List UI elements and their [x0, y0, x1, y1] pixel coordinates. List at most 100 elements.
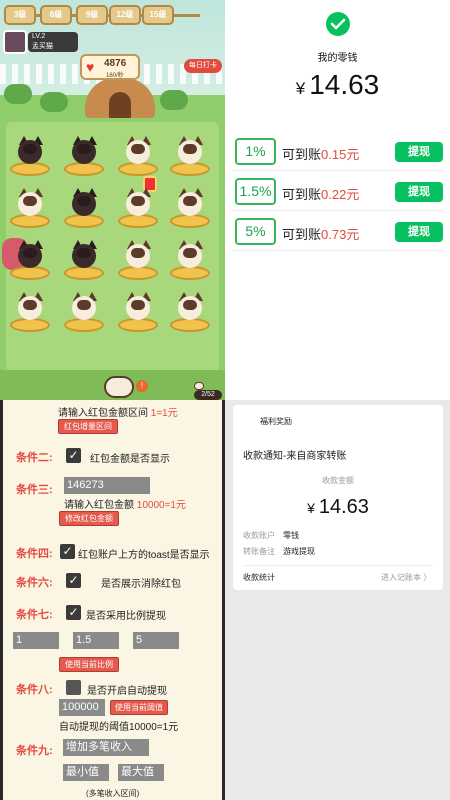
condition-8-text: 是否开启自动提现	[87, 686, 167, 697]
ledger-link[interactable]: 进入记账本 〉	[381, 572, 431, 583]
remark-key: 转账备注	[243, 547, 275, 556]
player-info: LV.2 孟买猫	[28, 32, 78, 52]
condition-6-label: 条件六:	[16, 577, 53, 589]
cat-plate	[64, 214, 104, 228]
tier-text: 可到账0.15元	[282, 147, 360, 162]
cat-plate	[64, 266, 104, 280]
cat-icon[interactable]	[123, 290, 153, 320]
cat-icon[interactable]	[15, 186, 45, 216]
level-chip-15[interactable]: 15级	[142, 5, 174, 25]
tier-percent: 5%	[235, 218, 276, 245]
withdraw-button[interactable]: 提现	[395, 182, 443, 202]
cat-plate	[118, 214, 158, 228]
hearts-rate: 160/秒	[106, 73, 124, 79]
cat-plate	[64, 162, 104, 176]
notice-amount-value: 14.63	[318, 496, 369, 518]
player-name: 孟买猫	[32, 43, 53, 50]
cat-plate	[118, 162, 158, 176]
cat-icon[interactable]	[69, 290, 99, 320]
use-ratio-button[interactable]: 使用当前比例	[59, 657, 119, 672]
daily-checkin-button[interactable]: 每日打卡	[184, 59, 222, 73]
condition-2-label: 条件二:	[16, 452, 53, 464]
condition-7-checkbox[interactable]: ✓	[66, 605, 81, 620]
currency-symbol: ¥	[307, 500, 315, 516]
game-panel: 3级 6级 9级 12级 15级 LV.2 孟买猫 ♥ 4876 160/秒 每…	[0, 0, 225, 400]
cat-icon[interactable]	[69, 186, 99, 216]
house-door	[109, 92, 131, 118]
condition-7-text: 是否采用比例提现	[86, 611, 166, 622]
bush	[160, 90, 188, 110]
multi-income-input[interactable]: 增加多笔收入	[63, 739, 149, 756]
notice-header: 福利奖励	[260, 417, 292, 426]
cat-mini-icon	[194, 382, 204, 390]
cat-icon[interactable]	[175, 186, 205, 216]
wallet-title: 我的零钱	[317, 53, 358, 64]
cat-plate	[10, 318, 50, 332]
notice-card: 福利奖励 收款通知-来自商家转账 收款金额 ¥14.63 收款账户 零钱 转账备…	[233, 405, 443, 590]
cat-icon[interactable]	[123, 238, 153, 268]
account-value: 零钱	[283, 531, 299, 540]
ratio-input-1[interactable]: 1	[13, 632, 59, 649]
cat-plate	[118, 318, 158, 332]
level-chip-9[interactable]: 9级	[76, 5, 108, 25]
cat-icon[interactable]	[15, 290, 45, 320]
cat-plate	[170, 162, 210, 176]
cat-plate	[10, 162, 50, 176]
red-interval-button[interactable]: 红包增量区间	[58, 419, 118, 434]
condition-3-label: 条件三:	[16, 484, 53, 496]
amount-input[interactable]: 146273	[64, 477, 150, 494]
wallet-panel: 我的零钱 ¥14.63 1% 可到账0.15元 提现 1.5% 可到账0.22元…	[225, 0, 450, 400]
use-threshold-button[interactable]: 使用当前阈值	[110, 700, 168, 715]
cat-icon[interactable]	[15, 134, 45, 164]
cat-plate	[10, 266, 50, 280]
multi-income-hint: (多笔收入区间)	[86, 789, 140, 798]
condition-4-label: 条件四:	[16, 548, 53, 560]
tier-text: 可到账0.73元	[282, 227, 360, 242]
level-chip-12[interactable]: 12级	[109, 5, 141, 25]
withdraw-button[interactable]: 提现	[395, 142, 443, 162]
bush	[4, 84, 32, 104]
buy-cat-button[interactable]	[104, 376, 134, 398]
withdraw-button[interactable]: 提现	[395, 222, 443, 242]
max-value-input[interactable]: 最大值	[118, 764, 164, 781]
modify-amount-button[interactable]: 修改红包金额	[59, 511, 119, 526]
withdraw-tier-row: 1.5% 可到账0.22元 提现	[231, 172, 444, 211]
cat-icon[interactable]	[69, 134, 99, 164]
condition-2-text: 红包金额是否显示	[90, 454, 170, 465]
avatar[interactable]	[3, 30, 27, 54]
divider	[243, 565, 433, 566]
ratio-input-2[interactable]: 1.5	[73, 632, 119, 649]
condition-9-label: 条件九:	[16, 745, 53, 757]
heart-icon: ♥	[86, 59, 95, 75]
cat-icon[interactable]	[15, 238, 45, 268]
balance-value: 14.63	[309, 69, 380, 100]
settings-panel: 请输入红包金额区间 1=1元 红包增量区间 条件二: ✓ 红包金额是否显示 条件…	[0, 400, 225, 800]
threshold-input[interactable]: 100000	[59, 699, 105, 716]
min-value-input[interactable]: 最小值	[63, 764, 109, 781]
cat-plate	[118, 266, 158, 280]
cat-icon[interactable]	[123, 134, 153, 164]
tier-percent: 1%	[235, 138, 276, 165]
cat-icon[interactable]	[69, 238, 99, 268]
condition-2-checkbox[interactable]: ✓	[66, 448, 81, 463]
cat-plate	[64, 318, 104, 332]
cat-icon[interactable]	[175, 238, 205, 268]
cat-icon[interactable]	[175, 134, 205, 164]
cat-icon[interactable]	[175, 290, 205, 320]
condition-6-text: 是否展示消除红包	[101, 579, 181, 590]
stats-label: 收款统计	[243, 573, 275, 582]
ratio-input-3[interactable]: 5	[133, 632, 179, 649]
condition-4-checkbox[interactable]: ✓	[60, 544, 75, 559]
condition-6-checkbox[interactable]: ✓	[66, 573, 81, 588]
level-chip-6[interactable]: 6级	[40, 5, 72, 25]
threshold-hint: 自动提现的阈值10000=1元	[59, 722, 179, 733]
condition-8-checkbox[interactable]	[66, 680, 81, 695]
cat-icon[interactable]	[123, 186, 153, 216]
account-key: 收款账户	[243, 531, 275, 540]
cat-plate	[170, 214, 210, 228]
level-chip-3[interactable]: 3级	[4, 5, 36, 25]
payment-notice-panel: 福利奖励 收款通知-来自商家转账 收款金额 ¥14.63 收款账户 零钱 转账备…	[225, 400, 450, 800]
withdraw-tier-row: 5% 可到账0.73元 提现	[231, 212, 444, 251]
interval-hint: 请输入红包金额区间 1=1元	[58, 408, 178, 419]
panel-border	[0, 400, 3, 800]
